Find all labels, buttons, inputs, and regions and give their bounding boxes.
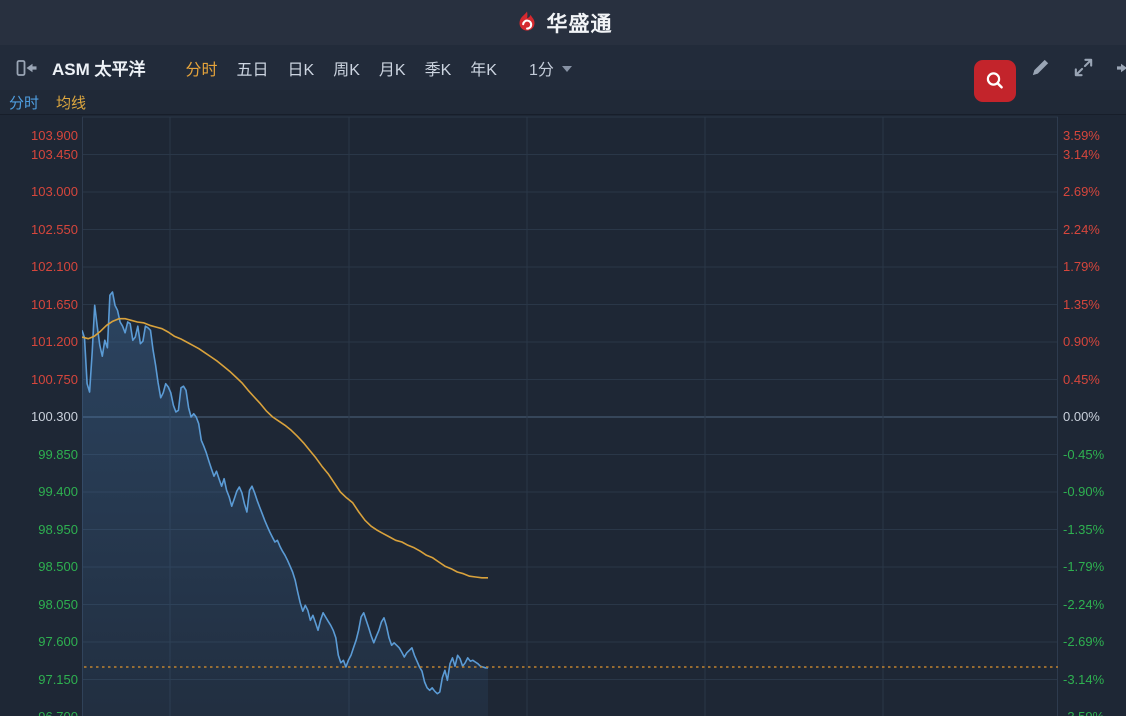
interval-label: 1分	[528, 61, 554, 79]
price-axis-label: 100.300	[31, 409, 78, 424]
price-axis-label: 102.100	[31, 259, 78, 274]
period-tabs: 分时 五日 日K 周K 月K 季K 年K	[186, 56, 497, 80]
price-area-fill	[82, 292, 488, 716]
search-button[interactable]	[974, 60, 1016, 102]
panel-collapse-left-icon	[16, 59, 37, 76]
price-axis-label: 103.900	[31, 128, 78, 143]
tab-five-day[interactable]: 五日	[237, 56, 269, 80]
plot-area	[82, 116, 1058, 716]
price-axis-label: 100.750	[31, 371, 78, 387]
tab-weekly-k[interactable]: 周K	[333, 56, 360, 80]
chevron-down-icon	[561, 65, 572, 72]
percent-axis-label: 2.69%	[1063, 184, 1100, 199]
price-axis-label: 97.150	[38, 671, 78, 687]
trading-app-window: 华盛通 ASM 太平洋 分时 五日 日K 周K 月K 季K 年K 1分 分时 均…	[0, 0, 1126, 716]
dock-panel-button[interactable]	[1115, 58, 1126, 78]
app-title: 华盛通	[546, 12, 613, 36]
price-axis-label: 103.450	[31, 146, 78, 162]
tab-minute[interactable]: 分时	[186, 56, 218, 80]
percent-axis-label: 1.79%	[1063, 259, 1100, 274]
tab-quarterly-k[interactable]: 季K	[425, 56, 452, 80]
percent-axis-label: 0.90%	[1063, 334, 1100, 349]
panel-right-icon	[1117, 63, 1126, 72]
percent-axis-label: 0.45%	[1063, 371, 1100, 387]
price-axis-label: 98.050	[38, 596, 78, 612]
percent-axis-label: -1.35%	[1063, 521, 1105, 537]
percent-axis-label: -0.90%	[1063, 484, 1105, 499]
app-header: 华盛通	[0, 0, 1126, 46]
percent-axis-label: -2.24%	[1063, 596, 1105, 612]
chart-toolbar: ASM 太平洋 分时 五日 日K 周K 月K 季K 年K 1分	[0, 45, 1126, 91]
intraday-chart[interactable]: 103.900 103.450 103.000 102.550 102.100 101.6…	[0, 115, 1126, 716]
pencil-icon	[1032, 59, 1049, 76]
price-axis-label: 99.400	[38, 484, 78, 499]
symbol-title: ASM 太平洋	[52, 60, 146, 79]
price-axis-label: 101.200	[31, 334, 78, 349]
chart-legend: 分时 均线	[0, 90, 1126, 115]
percent-axis-label: 3.59%	[1063, 128, 1100, 143]
flame-logo-icon	[518, 11, 535, 31]
fullscreen-button[interactable]	[1072, 56, 1095, 79]
percent-axis-label: -3.59%	[1063, 709, 1104, 716]
percent-axis-label: -1.79%	[1063, 559, 1105, 574]
toolbar-right-icons	[1029, 45, 1126, 90]
tab-monthly-k[interactable]: 月K	[379, 56, 406, 80]
legend-average-line[interactable]: 均线	[56, 92, 86, 113]
panel-collapse-left-button[interactable]	[16, 58, 38, 78]
price-axis-label: 97.600	[38, 634, 78, 649]
price-axis-label: 98.950	[38, 521, 78, 537]
price-axis-label: 98.500	[38, 559, 78, 574]
price-axis-label: 103.000	[31, 184, 78, 199]
percent-axis-label: -2.69%	[1063, 634, 1105, 649]
tab-yearly-k[interactable]: 年K	[470, 56, 497, 80]
price-axis-label: 99.850	[38, 446, 78, 462]
price-axis-label: 102.550	[31, 221, 78, 237]
percent-axis-label: 1.35%	[1063, 296, 1100, 312]
percent-axis-label: 0.00%	[1063, 409, 1100, 424]
percent-axis-label: 3.14%	[1063, 146, 1100, 162]
tab-daily-k[interactable]: 日K	[288, 56, 315, 80]
percent-axis-label: -0.45%	[1063, 446, 1105, 462]
search-icon	[986, 72, 1003, 89]
price-axis-label: 101.650	[31, 296, 78, 312]
legend-minute-line[interactable]: 分时	[9, 92, 39, 113]
draw-button[interactable]	[1029, 56, 1052, 79]
price-axis-label: 96.700	[0, 709, 78, 716]
percent-axis-label: -3.14%	[1063, 671, 1105, 687]
expand-icon	[1074, 58, 1093, 77]
percent-axis-label: 2.24%	[1063, 221, 1100, 237]
interval-dropdown[interactable]: 1分	[529, 56, 572, 80]
